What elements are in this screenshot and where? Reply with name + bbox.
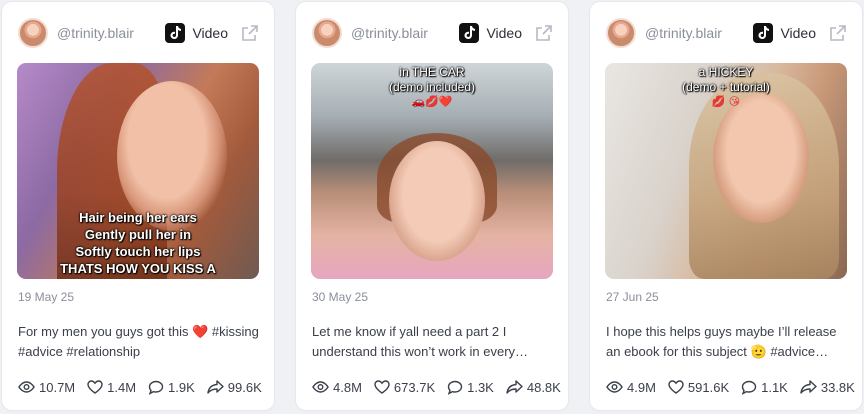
content-type-label: Video: [192, 25, 228, 41]
avatar[interactable]: [18, 18, 48, 48]
views-count: 4.8M: [333, 379, 362, 395]
post-stats: 10.7M 1.4M 1.9K 99.6K: [18, 377, 264, 397]
content-type-label: Video: [486, 25, 522, 41]
likes-stat: 673.7K: [374, 380, 435, 395]
card-header: @trinity.blair Video: [18, 18, 260, 48]
shares-count: 99.6K: [227, 379, 262, 395]
thumbnail-overlay-text: a HICKEY (demo + tutorial): [682, 65, 770, 94]
likes-count: 591.6K: [687, 379, 730, 395]
views-stat: 4.9M: [606, 380, 656, 395]
shares-stat: 48.8K: [506, 380, 561, 395]
username[interactable]: @trinity.blair: [351, 25, 428, 41]
views-stat: 4.8M: [312, 380, 362, 395]
comments-count: 1.9K: [168, 379, 195, 395]
shares-count: 48.8K: [526, 379, 561, 395]
likes-count: 1.4M: [107, 379, 137, 395]
external-link-icon[interactable]: [240, 23, 260, 43]
eye-icon: [606, 381, 623, 393]
tiktok-icon: [459, 23, 480, 43]
external-link-icon[interactable]: [534, 23, 554, 43]
post-caption: Let me know if yall need a part 2 I unde…: [312, 324, 529, 359]
thumbnail-overlay-text: Hair being her ears Gently pull her in S…: [60, 210, 216, 279]
share-icon: [506, 380, 523, 394]
tiktok-icon: [753, 23, 774, 43]
likes-stat: 1.4M: [87, 380, 136, 395]
likes-stat: 591.6K: [668, 380, 729, 395]
video-thumbnail[interactable]: in THE CAR (demo included) 🚗💋❤️: [311, 63, 553, 279]
content-type-label: Video: [780, 25, 816, 41]
views-count: 4.9M: [627, 379, 656, 395]
comments-stat: 1.9K: [148, 380, 195, 395]
comments-stat: 1.1K: [741, 380, 788, 395]
views-count: 10.7M: [39, 379, 76, 395]
comment-icon: [447, 380, 463, 395]
post-stats: 4.8M 673.7K 1.3K 48.8K: [312, 377, 561, 397]
tiktok-icon: [165, 23, 186, 43]
avatar[interactable]: [312, 18, 342, 48]
thumbnail-overlay-text: in THE CAR (demo included): [388, 65, 476, 94]
eye-icon: [312, 381, 329, 393]
video-thumbnail[interactable]: a HICKEY (demo + tutorial) 💋 😘: [605, 63, 847, 279]
post-card[interactable]: @trinity.blair Video a HICKEY (demo + tu…: [590, 2, 862, 410]
comments-stat: 1.3K: [447, 380, 494, 395]
card-header: @trinity.blair Video: [606, 18, 848, 48]
post-date: 19 May 25: [18, 290, 75, 304]
video-thumbnail[interactable]: Hair being her ears Gently pull her in S…: [17, 63, 259, 279]
post-card[interactable]: @trinity.blair Video Hair being her ears…: [2, 2, 274, 410]
external-link-icon[interactable]: [828, 23, 848, 43]
share-icon: [207, 380, 224, 394]
username[interactable]: @trinity.blair: [645, 25, 722, 41]
username[interactable]: @trinity.blair: [57, 25, 134, 41]
post-caption: I hope this helps guys maybe I’ll releas…: [606, 324, 837, 359]
thumbnail-overlay-emoji: 💋 😘: [711, 96, 741, 108]
comments-count: 1.1K: [761, 379, 788, 395]
likes-count: 673.7K: [393, 379, 436, 395]
comment-icon: [148, 380, 164, 395]
shares-stat: 99.6K: [207, 380, 262, 395]
heart-icon: [668, 380, 684, 394]
share-icon: [800, 380, 817, 394]
views-stat: 10.7M: [18, 380, 75, 395]
post-card[interactable]: @trinity.blair Video in THE CAR (demo in…: [296, 2, 568, 410]
avatar[interactable]: [606, 18, 636, 48]
shares-stat: 33.8K: [800, 380, 855, 395]
heart-icon: [374, 380, 390, 394]
heart-icon: [87, 380, 103, 394]
card-header: @trinity.blair Video: [312, 18, 554, 48]
post-date: 27 Jun 25: [606, 290, 659, 304]
post-stats: 4.9M 591.6K 1.1K 33.8K: [606, 377, 855, 397]
shares-count: 33.8K: [820, 379, 855, 395]
comments-count: 1.3K: [467, 379, 494, 395]
post-date: 30 May 25: [312, 290, 369, 304]
thumbnail-overlay-emoji: 🚗💋❤️: [411, 96, 453, 108]
post-caption: For my men you guys got this ❤️ #kissing…: [18, 324, 259, 359]
comment-icon: [741, 380, 757, 395]
eye-icon: [18, 381, 35, 393]
